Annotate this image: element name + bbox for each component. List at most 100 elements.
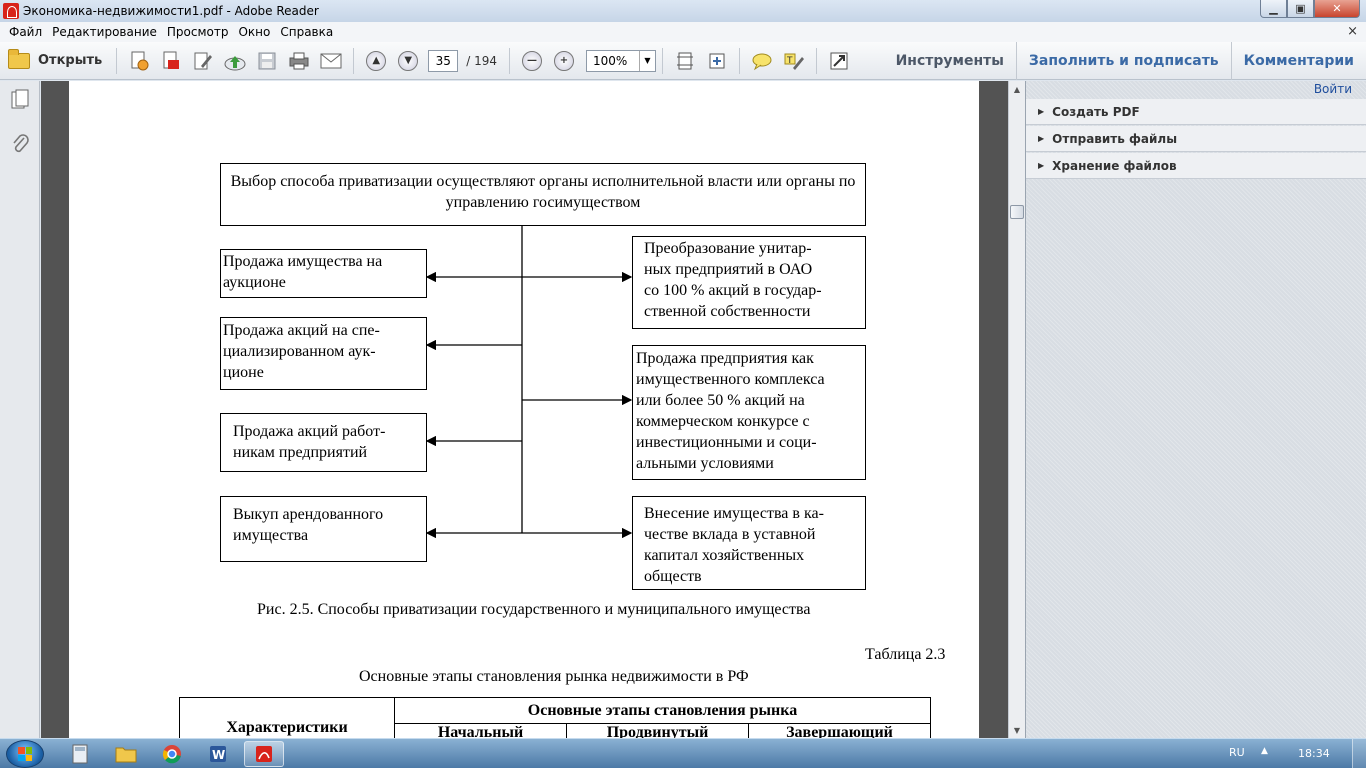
diagram-right-box-3: Внесение имущества в ка- честве вклада в… xyxy=(632,496,866,590)
tools-pane: Войти ▶ Создать PDF ▶ Отправить файлы ▶ … xyxy=(1025,81,1366,738)
create-pdf-button[interactable] xyxy=(126,48,152,74)
show-desktop-button[interactable] xyxy=(1352,739,1366,768)
navigation-pane xyxy=(0,81,40,738)
toolbar-separator xyxy=(353,47,355,74)
table-header-stage: Начальный xyxy=(394,723,567,738)
box-line: ственной собственности xyxy=(644,303,811,320)
taskbar-chrome[interactable] xyxy=(152,741,192,767)
zoom-in-button[interactable]: + xyxy=(551,48,577,74)
clock[interactable]: 18:34 xyxy=(1298,747,1330,760)
fit-page-icon xyxy=(677,52,693,69)
fit-page-button[interactable] xyxy=(672,48,698,74)
open-button[interactable]: Открыть xyxy=(0,46,110,76)
upload-button[interactable] xyxy=(222,48,248,74)
diagram-left-box-3: Продажа акций работ- никам предприятий xyxy=(220,413,427,472)
comments-tab[interactable]: Комментарии xyxy=(1230,42,1366,80)
start-button[interactable] xyxy=(6,740,44,768)
page-thumbnails-icon[interactable] xyxy=(10,89,30,111)
sticky-note-button[interactable] xyxy=(749,48,775,74)
edit-pdf-button[interactable] xyxy=(190,48,216,74)
taskbar-explorer[interactable] xyxy=(106,741,146,767)
box-line: Выкуп арендованного xyxy=(233,506,384,523)
scroll-down-icon[interactable]: ▼ xyxy=(1009,722,1025,738)
table-header-group: Основные этапы становления рынка xyxy=(394,697,931,724)
table-row: Характеристики Основные этапы становлени… xyxy=(179,697,931,738)
diagram-right-box-1: Преобразование унитар- ных предприятий в… xyxy=(632,236,866,329)
close-document-button[interactable]: × xyxy=(1347,24,1358,39)
cloud-upload-icon xyxy=(224,55,246,70)
zoom-select[interactable]: 100% ▼ xyxy=(586,49,656,72)
fit-width-icon xyxy=(709,53,725,68)
scroll-up-icon[interactable]: ▲ xyxy=(1009,81,1025,97)
arrow-down-icon: ▼ xyxy=(398,50,419,71)
menu-edit[interactable]: Редактирование xyxy=(47,25,162,39)
box-line: циализированном аук- xyxy=(223,343,376,360)
create-pdf-icon xyxy=(131,51,149,70)
next-page-button[interactable]: ▼ xyxy=(395,48,421,74)
page-number-input[interactable]: 35 xyxy=(428,49,459,72)
zoom-value: 100% xyxy=(593,53,628,68)
toolbar: Открыть ▲ ▼ 35 / 194 — + 100% ▼ T Инстру… xyxy=(0,42,1366,80)
section-create-pdf[interactable]: ▶ Создать PDF xyxy=(1026,99,1366,125)
pencil-document-icon xyxy=(194,52,213,69)
tools-tab[interactable]: Инструменты xyxy=(884,42,1016,80)
menu-help[interactable]: Справка xyxy=(275,25,338,39)
table-title: Основные этапы становления рынка недвижи… xyxy=(359,668,749,685)
save-disk-icon xyxy=(258,52,276,69)
box-line: аукционе xyxy=(223,274,286,291)
menu-window[interactable]: Окно xyxy=(233,25,275,39)
email-button[interactable] xyxy=(318,48,344,74)
box-line: или более 50 % акций на xyxy=(636,392,805,409)
highlight-button[interactable]: T xyxy=(781,48,807,74)
box-line: обществ xyxy=(644,568,702,585)
folder-icon xyxy=(115,747,137,763)
section-store-files[interactable]: ▶ Хранение файлов xyxy=(1026,153,1366,179)
box-line: ных предприятий в ОАО xyxy=(644,261,813,278)
tray-expand-icon[interactable]: ▲ xyxy=(1261,746,1268,756)
paperclip-icon[interactable] xyxy=(10,133,30,155)
menu-file[interactable]: Файл xyxy=(4,25,47,39)
sign-in-link[interactable]: Войти xyxy=(1314,82,1352,96)
toolbar-separator xyxy=(816,47,817,74)
taskbar-word[interactable]: W xyxy=(198,741,238,767)
full-screen-button[interactable] xyxy=(826,48,852,74)
svg-text:W: W xyxy=(212,748,225,762)
section-label: Хранение файлов xyxy=(1052,158,1177,173)
panel-links: Инструменты Заполнить и подписать Коммен… xyxy=(884,42,1366,80)
diagram-left-box-4: Выкуп арендованного имущества xyxy=(220,496,427,562)
taskbar: W RU ▲ 18:34 xyxy=(0,738,1366,768)
vertical-scrollbar[interactable]: ▲ ▼ xyxy=(1008,81,1025,738)
document-view[interactable]: Выбор способа приватизации осуществляют … xyxy=(41,81,1008,738)
box-line: со 100 % акций в государ- xyxy=(644,282,822,299)
menu-bar: Файл Редактирование Просмотр Окно Справк… xyxy=(0,22,1366,42)
fill-sign-tab[interactable]: Заполнить и подписать xyxy=(1015,42,1231,80)
taskbar-calculator[interactable] xyxy=(60,741,100,767)
toolbar-separator xyxy=(739,47,740,74)
fit-width-button[interactable] xyxy=(704,48,730,74)
print-button[interactable] xyxy=(286,48,312,74)
minimize-button[interactable]: ▁ xyxy=(1260,0,1287,18)
diagram-left-box-2: Продажа акций на спе- циализированном ау… xyxy=(220,317,427,390)
stages-table: Характеристики Основные этапы становлени… xyxy=(179,697,931,738)
taskbar-adobe-reader[interactable] xyxy=(244,741,284,767)
table-header-stage: Завершающий xyxy=(748,723,931,738)
save-button[interactable] xyxy=(254,48,280,74)
box-line: капитал хозяйственных xyxy=(644,547,805,564)
close-button[interactable]: ✕ xyxy=(1314,0,1360,18)
adobe-reader-icon xyxy=(256,746,272,762)
scrollbar-thumb[interactable] xyxy=(1010,205,1024,219)
previous-page-button[interactable]: ▲ xyxy=(363,48,389,74)
maximize-button[interactable]: ▣ xyxy=(1287,0,1314,18)
diagram-top-box: Выбор способа приватизации осуществляют … xyxy=(220,163,866,226)
menu-view[interactable]: Просмотр xyxy=(162,25,234,39)
language-indicator[interactable]: RU xyxy=(1229,746,1245,759)
export-pdf-button[interactable] xyxy=(158,48,184,74)
title-bar: Экономика-недвижимости1.pdf - Adobe Read… xyxy=(0,0,1366,22)
adobe-reader-icon xyxy=(3,3,19,19)
svg-text:T: T xyxy=(786,56,793,66)
zoom-out-button[interactable]: — xyxy=(519,48,545,74)
open-button-label: Открыть xyxy=(38,53,103,68)
highlight-text-icon: T xyxy=(784,53,804,70)
section-send-files[interactable]: ▶ Отправить файлы xyxy=(1026,126,1366,152)
chrome-icon xyxy=(162,745,181,764)
